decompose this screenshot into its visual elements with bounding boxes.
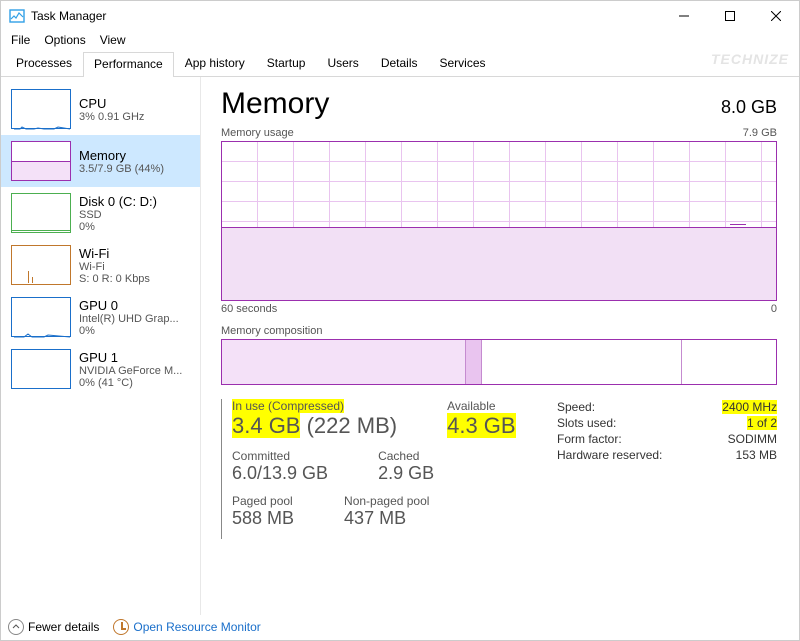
chevron-up-icon (8, 619, 24, 635)
detail-title: Memory (221, 87, 329, 121)
inuse-value: 3.4 GB (232, 413, 300, 438)
fewer-details-label: Fewer details (28, 620, 99, 634)
slots-value: 1 of 2 (747, 416, 777, 430)
paged-label: Paged pool (232, 494, 294, 508)
app-icon (9, 8, 25, 24)
close-button[interactable] (753, 1, 799, 31)
tab-app-history[interactable]: App history (174, 51, 256, 76)
sidebar-gpu0-sub2: 0% (79, 325, 179, 337)
sidebar-wifi-name: Wi-Fi (79, 246, 150, 261)
gpu0-sparkline (11, 297, 71, 337)
memory-composition-chart (221, 339, 777, 385)
sidebar-wifi-sub1: Wi-Fi (79, 261, 150, 273)
tab-users[interactable]: Users (316, 51, 369, 76)
composition-label: Memory composition (221, 325, 322, 337)
inuse-label: In use (Compressed) (232, 399, 344, 413)
menu-view[interactable]: View (100, 33, 126, 47)
axis-left: 60 seconds (221, 303, 277, 315)
performance-sidebar: CPU 3% 0.91 GHz Memory 3.5/7.9 GB (44%) … (1, 77, 201, 615)
nonpaged-value: 437 MB (344, 508, 429, 529)
memory-sparkline (11, 141, 71, 181)
form-key: Form factor: (557, 432, 622, 446)
resource-monitor-icon (113, 619, 129, 635)
wifi-sparkline (11, 245, 71, 285)
gpu1-sparkline (11, 349, 71, 389)
committed-value: 6.0/13.9 GB (232, 463, 328, 484)
sidebar-gpu1-sub1: NVIDIA GeForce M... (79, 365, 182, 377)
speed-key: Speed: (557, 400, 595, 414)
memory-usage-chart (221, 141, 777, 301)
available-value: 4.3 GB (447, 413, 515, 438)
sidebar-gpu0-name: GPU 0 (79, 298, 179, 313)
disk-sparkline (11, 193, 71, 233)
paged-value: 588 MB (232, 508, 294, 529)
inuse-compressed: (222 MB) (307, 413, 397, 438)
sidebar-item-disk0[interactable]: Disk 0 (C: D:) SSD 0% (1, 187, 200, 239)
watermark: TECHNIZE (711, 51, 799, 76)
nonpaged-label: Non-paged pool (344, 494, 429, 508)
sidebar-disk-sub2: 0% (79, 221, 157, 233)
tab-services[interactable]: Services (429, 51, 497, 76)
sidebar-cpu-sub: 3% 0.91 GHz (79, 111, 144, 123)
sidebar-cpu-name: CPU (79, 96, 144, 111)
sidebar-gpu1-name: GPU 1 (79, 350, 182, 365)
sidebar-item-gpu0[interactable]: GPU 0 Intel(R) UHD Grap... 0% (1, 291, 200, 343)
detail-pane: Memory 8.0 GB Memory usage 7.9 GB 60 sec… (201, 77, 799, 615)
speed-value: 2400 MHz (722, 400, 777, 414)
usage-chart-label: Memory usage (221, 127, 294, 139)
menu-options[interactable]: Options (44, 33, 85, 47)
axis-right: 0 (771, 303, 777, 315)
form-value: SODIMM (728, 432, 777, 446)
sidebar-memory-sub: 3.5/7.9 GB (44%) (79, 163, 164, 175)
sidebar-disk-name: Disk 0 (C: D:) (79, 194, 157, 209)
tab-startup[interactable]: Startup (256, 51, 317, 76)
sidebar-item-memory[interactable]: Memory 3.5/7.9 GB (44%) (1, 135, 200, 187)
memory-total: 8.0 GB (721, 97, 777, 118)
minimize-button[interactable] (661, 1, 707, 31)
cpu-sparkline (11, 89, 71, 129)
fewer-details-button[interactable]: Fewer details (8, 619, 99, 635)
menu-file[interactable]: File (11, 33, 30, 47)
cached-label: Cached (378, 449, 434, 463)
tab-strip: Processes Performance App history Startu… (1, 51, 799, 77)
resource-monitor-label: Open Resource Monitor (133, 620, 260, 634)
tab-performance[interactable]: Performance (83, 52, 174, 77)
sidebar-item-cpu[interactable]: CPU 3% 0.91 GHz (1, 83, 200, 135)
available-label: Available (447, 399, 515, 413)
committed-label: Committed (232, 449, 328, 463)
footer: Fewer details Open Resource Monitor (8, 619, 261, 635)
menu-bar: File Options View (1, 31, 799, 51)
tab-processes[interactable]: Processes (5, 51, 83, 76)
usage-chart-max: 7.9 GB (743, 127, 777, 139)
hwres-value: 153 MB (736, 448, 777, 462)
sidebar-item-wifi[interactable]: Wi-Fi Wi-Fi S: 0 R: 0 Kbps (1, 239, 200, 291)
sidebar-wifi-sub2: S: 0 R: 0 Kbps (79, 273, 150, 285)
window-title: Task Manager (31, 9, 106, 23)
cached-value: 2.9 GB (378, 463, 434, 484)
sidebar-disk-sub1: SSD (79, 209, 157, 221)
tab-details[interactable]: Details (370, 51, 429, 76)
hwres-key: Hardware reserved: (557, 448, 662, 462)
maximize-button[interactable] (707, 1, 753, 31)
sidebar-gpu1-sub2: 0% (41 °C) (79, 377, 182, 389)
slots-key: Slots used: (557, 416, 616, 430)
sidebar-item-gpu1[interactable]: GPU 1 NVIDIA GeForce M... 0% (41 °C) (1, 343, 200, 395)
open-resource-monitor-link[interactable]: Open Resource Monitor (113, 619, 260, 635)
sidebar-memory-name: Memory (79, 148, 164, 163)
title-bar: Task Manager (1, 1, 799, 31)
sidebar-gpu0-sub1: Intel(R) UHD Grap... (79, 313, 179, 325)
